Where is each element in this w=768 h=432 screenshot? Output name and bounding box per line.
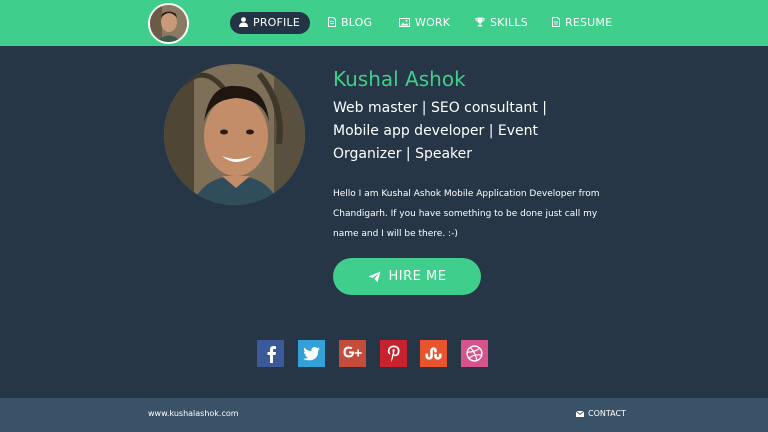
nav-item-work[interactable]: WORK: [399, 12, 450, 34]
google-plus-icon: [343, 346, 362, 358]
footer-contact-label: CONTACT: [588, 409, 626, 418]
footer-website-url: www.kushalashok.com: [148, 409, 239, 418]
footer: www.kushalashok.com CONTACT: [0, 398, 768, 432]
hire-me-label: HIRE ME: [388, 269, 447, 284]
nav-item-profile[interactable]: PROFILE: [230, 12, 310, 34]
nav-item-blog[interactable]: BLOG: [328, 12, 372, 34]
profile-bio: Hello I am Kushal Ashok Mobile Applicati…: [333, 189, 600, 239]
dribbble-icon: [466, 345, 483, 362]
dribbble-link[interactable]: [461, 340, 488, 367]
portrait-image: [164, 64, 305, 205]
nav-item-label: WORK: [415, 16, 451, 29]
nav-item-resume[interactable]: RESUME: [552, 12, 612, 34]
twitter-link[interactable]: [298, 340, 325, 367]
profile-tagline: Web master | SEO consultant | Mobile app…: [333, 100, 547, 162]
hire-me-button[interactable]: HIRE ME: [333, 258, 481, 295]
trophy-icon: [475, 17, 485, 27]
paper-plane-icon: [368, 271, 381, 282]
nav-item-label: RESUME: [565, 16, 613, 29]
nav-item-label: PROFILE: [253, 16, 300, 29]
nav-avatar[interactable]: [148, 3, 189, 44]
top-navigation-bar: PROFILE BLOG WORK SKILLS RESUME: [0, 0, 768, 46]
avatar-image: [150, 5, 187, 42]
file-icon: [552, 17, 560, 27]
profile-name: Kushal Ashok: [333, 67, 466, 91]
envelope-icon: [575, 410, 585, 417]
user-icon: [239, 17, 248, 27]
profile-photo: [164, 64, 305, 205]
nav-item-skills[interactable]: SKILLS: [475, 12, 528, 34]
nav-item-label: BLOG: [341, 16, 373, 29]
facebook-icon: [267, 345, 276, 363]
pinterest-icon: [387, 345, 400, 362]
twitter-icon: [303, 346, 320, 360]
facebook-link[interactable]: [257, 340, 284, 367]
document-icon: [328, 17, 336, 27]
stumbleupon-link[interactable]: [420, 340, 447, 367]
pinterest-link[interactable]: [380, 340, 407, 367]
google-plus-link[interactable]: [339, 340, 366, 367]
stumbleupon-icon: [425, 347, 442, 360]
nav-item-label: SKILLS: [490, 16, 528, 29]
footer-contact-link[interactable]: CONTACT: [575, 409, 626, 418]
image-icon: [399, 18, 410, 27]
